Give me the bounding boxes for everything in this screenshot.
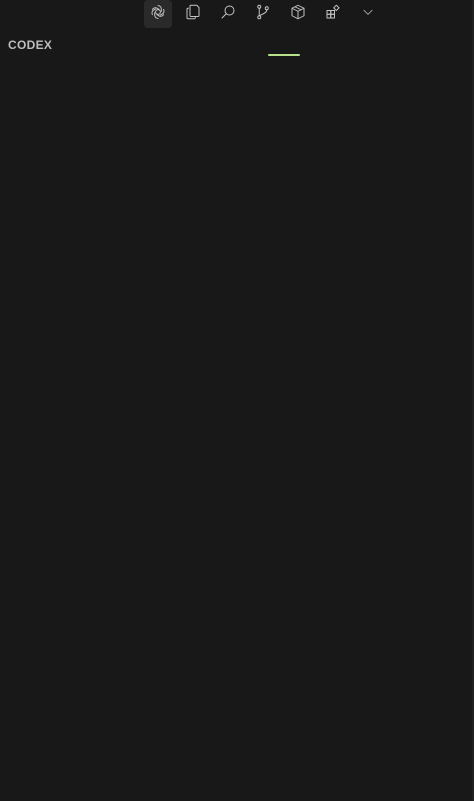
source-control-icon [254, 3, 272, 26]
activity-item-package[interactable] [284, 0, 312, 28]
loading-progress-bar [268, 54, 300, 56]
activity-item-explorer[interactable] [179, 0, 207, 28]
extensions-icon [324, 3, 342, 26]
activity-more-button[interactable] [354, 0, 382, 28]
codex-icon [149, 3, 167, 26]
activity-bar [144, 0, 389, 28]
chevron-down-icon [361, 5, 375, 24]
activity-item-source-control[interactable] [249, 0, 277, 28]
activity-item-search[interactable] [214, 0, 242, 28]
panel-title: CODEX [8, 38, 53, 52]
activity-item-codex[interactable] [144, 0, 172, 28]
sidebar-panel: CODEX [0, 0, 474, 801]
explorer-icon [184, 3, 202, 26]
search-icon [219, 3, 237, 26]
activity-item-extensions[interactable] [319, 0, 347, 28]
package-icon [289, 3, 307, 26]
